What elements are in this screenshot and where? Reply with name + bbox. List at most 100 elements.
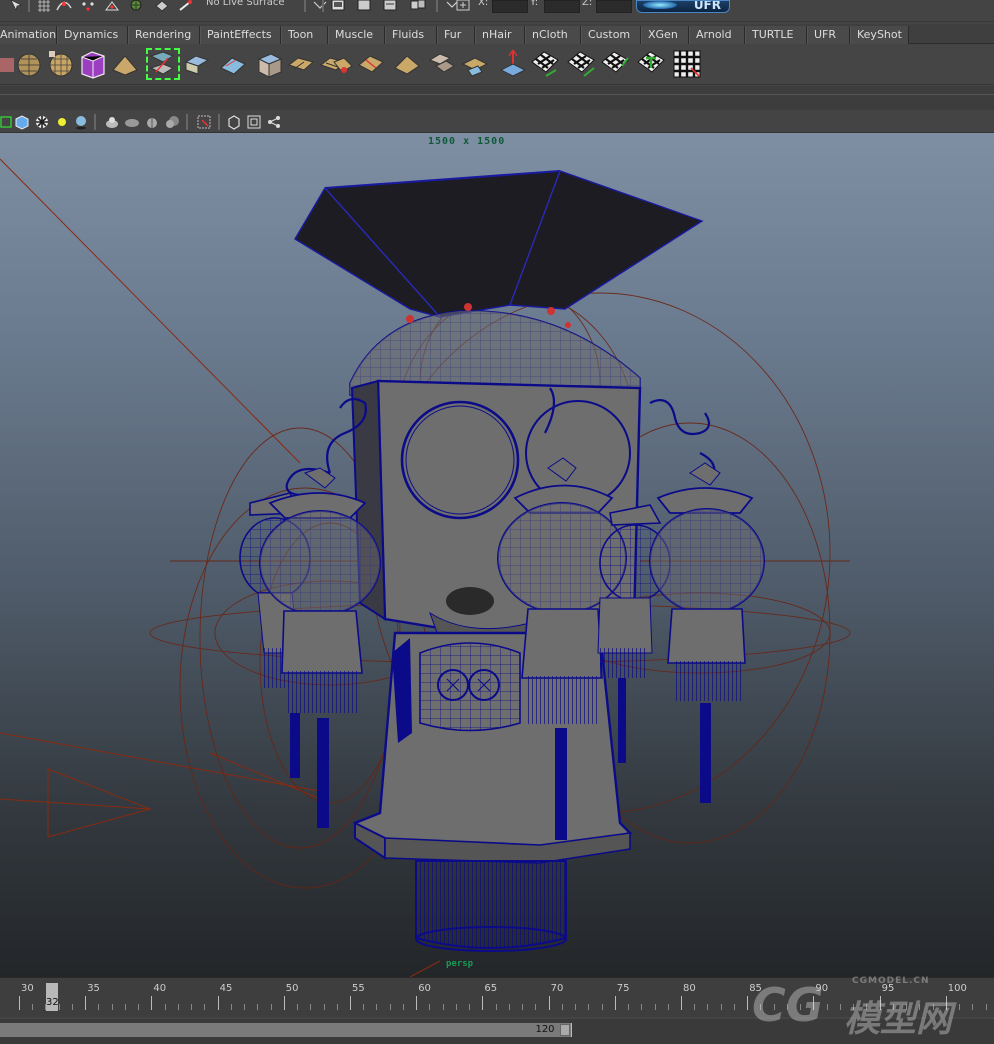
box-icon[interactable] [254,48,284,80]
tab-arnold[interactable]: Arnold [689,26,745,44]
tab-fluids[interactable]: Fluids [385,26,437,44]
tab-custom[interactable]: Custom [581,26,641,44]
shadows-icon[interactable] [73,114,89,130]
cube-flat-icon[interactable] [286,48,316,80]
relative-transform-icon[interactable] [456,0,472,12]
hanging-lantern-right [649,462,765,803]
sphere-wire-icon[interactable] [14,48,44,80]
tab-ufr[interactable]: UFR [807,26,850,44]
checker-arrow-icon[interactable] [600,48,630,80]
tab-rendering[interactable]: Rendering [128,26,200,44]
time-tick-label: 50 [285,983,299,994]
range-slider[interactable]: 120 [0,1019,994,1044]
tab-turtle[interactable]: TURTLE [745,26,807,44]
plane-icon[interactable] [110,48,140,80]
y-coord-field[interactable] [544,0,580,13]
cube-flat-blue-icon[interactable] [460,48,490,80]
checker-grid-icon[interactable] [673,50,701,78]
cube-move-icon[interactable] [426,48,456,80]
hypershade-icon[interactable] [410,0,426,12]
shelf-divider [0,86,994,110]
smooth-shade-icon[interactable] [14,114,30,130]
isolate-select-icon[interactable] [164,114,180,130]
time-tick-label: 45 [219,983,233,994]
z-coord-field[interactable] [596,0,632,13]
snap-to-view-plane-icon[interactable] [104,0,120,12]
cube-unfold-icon[interactable] [182,48,212,80]
y-coord-label: Y: [530,0,539,8]
make-live-icon[interactable] [128,0,144,12]
tab-animation[interactable]: Animation [0,26,57,44]
tab-fur[interactable]: Fur [437,26,475,44]
tab-xgen[interactable]: XGen [641,26,689,44]
time-tick-major [85,996,87,1010]
grid-icon[interactable] [196,114,212,130]
range-slider-bar[interactable] [0,1023,572,1037]
plane-blue-icon[interactable] [218,48,248,80]
tab-painteffects[interactable]: PaintEffects [200,26,281,44]
current-frame-number: 32 [46,997,59,1008]
checker-arrow-icon[interactable] [530,48,560,80]
time-tick-label: 70 [550,983,564,994]
tab-dynamics[interactable]: Dynamics [57,26,128,44]
tab-ncloth[interactable]: nCloth [525,26,581,44]
time-tick-minor [98,1004,100,1010]
checker-arrow-icon[interactable] [566,48,596,80]
z-coord-label: Z: [582,0,593,8]
perspective-viewport[interactable]: 1500 x 1500 persp [0,133,994,977]
film-gate-icon[interactable] [226,114,242,130]
time-tick-minor [455,1004,457,1010]
selected-uv-tool-icon[interactable] [146,48,180,80]
tab-nhair[interactable]: nHair [475,26,525,44]
xray-joints-icon[interactable] [124,114,140,130]
time-tick-major [879,996,881,1010]
tab-muscle[interactable]: Muscle [328,26,385,44]
ipr-render-icon[interactable] [356,0,372,12]
live-surface-label[interactable]: No Live Surface [206,0,284,8]
time-tick-minor [959,1004,961,1010]
history-icon[interactable] [154,0,170,12]
select-tool-icon[interactable] [8,0,24,12]
tab-keyshot[interactable]: KeyShot [850,26,909,44]
time-tick-major [813,996,815,1010]
tab-toon[interactable]: Toon [281,26,328,44]
snap-to-grid-icon[interactable] [36,0,52,12]
time-tick-minor [720,1004,722,1010]
status-line: No Live Surface X: Y: Z: UFR [0,0,994,22]
time-slider[interactable]: 30 35 40 45 50 55 60 65 70 75 80 85 90 95 100 32 [0,977,994,1017]
cube-flat-red-icon[interactable] [324,48,354,80]
textured-icon[interactable] [34,114,50,130]
purple-cube-icon[interactable] [78,48,108,80]
xray-components-icon[interactable] [144,114,160,130]
lights-icon[interactable] [54,114,70,130]
input-line-icon[interactable] [312,0,328,12]
cube-flat-icon[interactable] [392,48,422,80]
time-tick-minor [310,1004,312,1010]
render-settings-icon[interactable] [382,0,398,12]
camera-name-label: persp [446,959,474,969]
range-slider-handle[interactable] [560,1024,570,1036]
cube-flat-icon[interactable] [356,48,386,80]
symmetry-icon[interactable] [178,0,194,12]
checker-t-icon[interactable] [636,48,666,80]
ufr-button[interactable]: UFR [636,0,730,13]
time-tick-minor [985,1004,987,1010]
share-icon[interactable] [266,114,282,130]
time-tick-minor [786,1004,788,1010]
lantern-model-wireframe[interactable] [0,133,994,977]
time-tick-minor [760,1004,762,1010]
render-current-frame-icon[interactable] [330,0,346,12]
snap-to-curve-icon[interactable] [56,0,72,12]
time-tick-minor [495,1004,497,1010]
time-tick-minor [469,1004,471,1010]
uv-pyramid-icon[interactable] [498,48,528,80]
time-tick-minor [323,1004,325,1010]
time-tick-minor [402,1004,404,1010]
time-tick-label: 30 [21,983,34,994]
x-coord-field[interactable] [492,0,528,13]
time-tick-major [945,996,947,1010]
resolution-gate-icon[interactable] [246,114,262,130]
snap-to-point-icon[interactable] [80,0,96,12]
xray-icon[interactable] [104,114,120,130]
sphere-checker-icon[interactable] [46,48,76,80]
